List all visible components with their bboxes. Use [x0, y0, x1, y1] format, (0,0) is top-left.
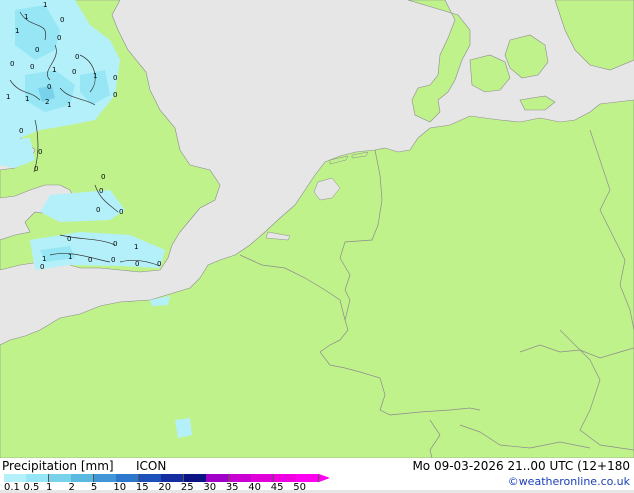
precip-label: 0 — [111, 256, 115, 264]
precip-label: 0 — [99, 187, 103, 195]
precip-label: 0 — [88, 256, 92, 264]
precip-label: 0 — [67, 235, 71, 243]
scale-tick-label: 5 — [90, 482, 98, 493]
precip-label: 0 — [10, 60, 14, 68]
precip-label: 0 — [135, 260, 139, 268]
scale-swatch — [138, 474, 162, 482]
precip-label: 0 — [40, 263, 44, 271]
scale-swatch — [48, 474, 72, 482]
scale-swatch — [273, 474, 297, 482]
precip-label: 1 — [67, 101, 71, 109]
map-title: Precipitation [mm] — [2, 459, 114, 473]
scale-tick-label: 50 — [293, 482, 306, 493]
scale-tick-label: 20 — [158, 482, 172, 493]
valid-time: Mo 09-03-2026 21..00 UTC (12+180 — [412, 459, 630, 473]
precip-label: 0 — [60, 16, 64, 24]
scale-swatch — [206, 474, 230, 482]
scale-tick-label: 15 — [135, 482, 149, 493]
scale-tick-label: 0.1 — [4, 482, 20, 493]
precip-label: 1 — [25, 95, 29, 103]
precip-label: 0 — [38, 148, 42, 156]
scale-tick-label: 1 — [45, 482, 53, 493]
scale-swatch — [93, 474, 117, 482]
precip-label: 1 — [68, 253, 72, 261]
precip-label: 1 — [42, 255, 46, 263]
scale-tick-label: 10 — [113, 482, 127, 493]
scale-swatch — [251, 474, 275, 482]
scale-arrow — [318, 474, 330, 482]
precip-label: 0 — [47, 83, 51, 91]
precip-label: 1 — [15, 27, 19, 35]
precip-label: 0 — [157, 260, 161, 268]
precip-label: 0 — [30, 63, 34, 71]
precip-label: 0 — [72, 68, 76, 76]
precip-label: 2 — [45, 98, 49, 106]
color-scale-bar — [4, 474, 330, 482]
precip-label: 0 — [101, 173, 105, 181]
scale-tick-label: 2 — [68, 482, 75, 493]
scale-swatch — [161, 474, 185, 482]
scale-swatch — [71, 474, 95, 482]
scale-tick-label: 35 — [225, 482, 239, 493]
scale-swatch — [116, 474, 140, 482]
precip-label: 1 — [52, 66, 56, 74]
scale-swatch — [4, 474, 27, 482]
precip-label: 0 — [119, 208, 123, 216]
scale-swatch — [296, 474, 320, 482]
map-canvas: 11 010000 0 1 0 1 001 1 2 10000000 000 111 0 0 0 00 — [0, 0, 634, 459]
scale-tick-label: 40 — [248, 482, 262, 493]
scale-swatch — [26, 474, 50, 482]
precip-label: 0 — [113, 240, 117, 248]
precip-label: 0 — [57, 34, 61, 42]
model-name: ICON — [136, 459, 167, 473]
precip-label: 1 — [6, 93, 10, 101]
precip-label: 1 — [43, 1, 47, 9]
scale-swatch — [183, 474, 207, 482]
precip-label: 1 — [93, 72, 97, 80]
scale-tick-label: 0.5 — [23, 482, 40, 493]
precip-label: 0 — [75, 53, 79, 61]
precip-label: 0 — [19, 127, 23, 135]
credit-link[interactable]: ©weatheronline.co.uk — [508, 475, 630, 488]
precip-label: 1 — [134, 243, 138, 251]
precip-label: 1 — [24, 13, 28, 21]
precip-label: 0 — [113, 91, 117, 99]
precipitation-map: 110100000101001121000000000011100000 — [0, 0, 634, 459]
precip-label: 0 — [34, 165, 38, 173]
scale-swatch — [228, 474, 252, 482]
precip-label: 0 — [96, 206, 100, 214]
precip-label: 0 — [113, 74, 117, 82]
map-footer: Precipitation [mm] ICON Mo 09-03-2026 21… — [0, 458, 634, 493]
scale-tick-label: 45 — [270, 482, 284, 493]
scale-tick-label: 30 — [203, 482, 217, 493]
scale-tick-label: 25 — [180, 482, 194, 493]
precip-label: 0 — [35, 46, 39, 54]
